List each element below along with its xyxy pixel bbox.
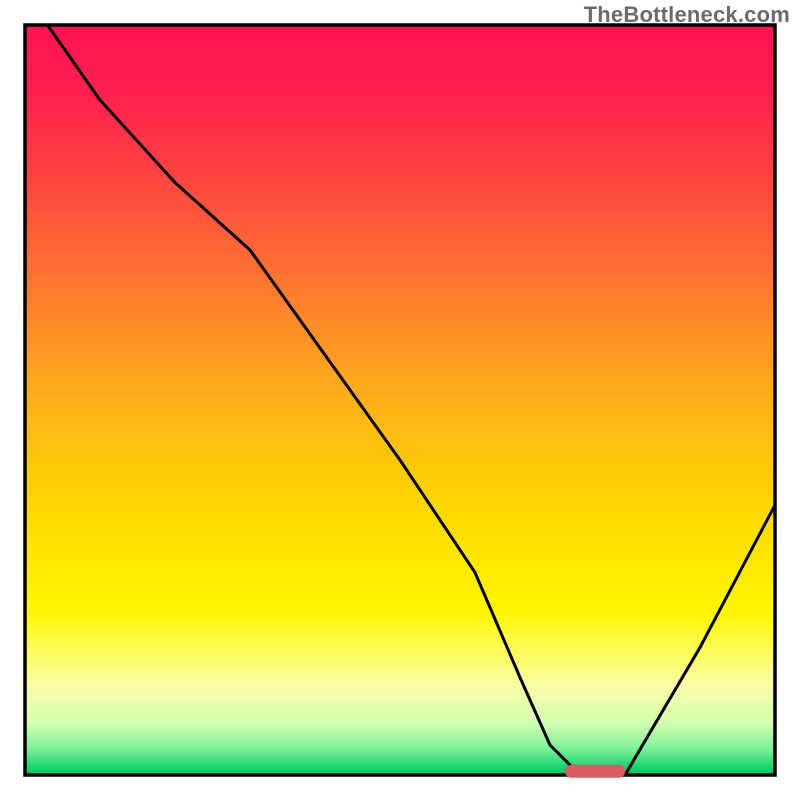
plot-area	[25, 25, 775, 775]
optimum-marker	[565, 765, 625, 778]
bottleneck-chart: TheBottleneck.com	[0, 0, 800, 800]
watermark-text: TheBottleneck.com	[584, 2, 790, 28]
chart-svg	[0, 0, 800, 800]
